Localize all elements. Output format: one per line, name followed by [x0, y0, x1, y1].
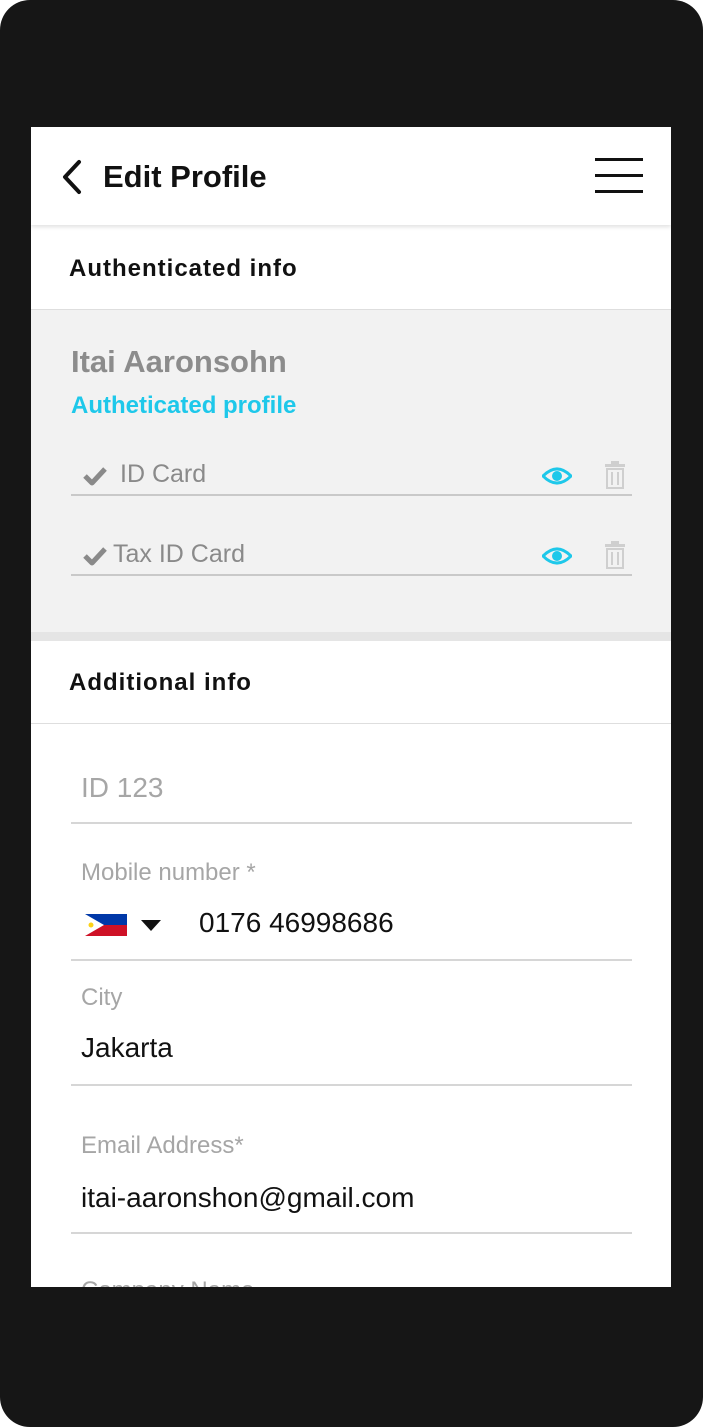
id-field-placeholder: ID 123 [81, 772, 164, 803]
back-button[interactable] [53, 157, 93, 197]
authenticated-status: Autheticated profile [71, 392, 297, 419]
app-screen: Edit Profile Authenticated info Itai Aar… [31, 127, 671, 1287]
authenticated-panel: Itai Aaronsohn Autheticated profile ID C… [31, 310, 671, 641]
authenticated-section-title: Authenticated info [69, 255, 298, 282]
document-row-tax-id-card: Tax ID Card [71, 538, 632, 576]
eye-icon[interactable] [542, 544, 572, 568]
philippines-flag-icon[interactable] [85, 914, 127, 936]
device-frame: Edit Profile Authenticated info Itai Aar… [0, 0, 703, 1427]
page-title: Edit Profile [103, 159, 267, 194]
document-label: ID Card [120, 460, 207, 488]
mobile-number-label: Mobile number * [81, 859, 256, 886]
chevron-left-icon [63, 160, 81, 194]
company-name-field[interactable]: Company Name [71, 1275, 632, 1287]
profile-name: Itai Aaronsohn [71, 344, 287, 379]
check-icon [83, 547, 107, 566]
check-icon [83, 467, 107, 486]
mobile-number-field[interactable]: Mobile number * 0176 46998686 [71, 857, 632, 961]
mobile-number-value: 0176 46998686 [199, 907, 394, 938]
additional-section-title: Additional info [69, 669, 252, 696]
hamburger-menu-icon [595, 158, 643, 193]
document-label: Tax ID Card [113, 540, 245, 568]
email-label: Email Address* [81, 1132, 244, 1159]
city-value: Jakarta [81, 1032, 173, 1063]
trash-icon[interactable] [604, 461, 626, 489]
additional-section-header: Additional info [31, 641, 671, 724]
id-field[interactable]: ID 123 [71, 752, 632, 824]
email-value: itai-aaronshon@gmail.com [81, 1182, 415, 1213]
eye-icon[interactable] [542, 464, 572, 488]
trash-icon[interactable] [604, 541, 626, 569]
menu-button[interactable] [593, 155, 645, 197]
email-field[interactable]: Email Address* itai-aaronshon@gmail.com [71, 1130, 632, 1234]
chevron-down-icon[interactable] [141, 920, 161, 932]
app-header: Edit Profile [31, 127, 671, 225]
company-name-label: Company Name [81, 1277, 254, 1287]
document-row-id-card: ID Card [71, 458, 632, 496]
city-label: City [81, 984, 123, 1011]
city-field[interactable]: City Jakarta [71, 982, 632, 1086]
authenticated-section-header: Authenticated info [31, 227, 671, 310]
